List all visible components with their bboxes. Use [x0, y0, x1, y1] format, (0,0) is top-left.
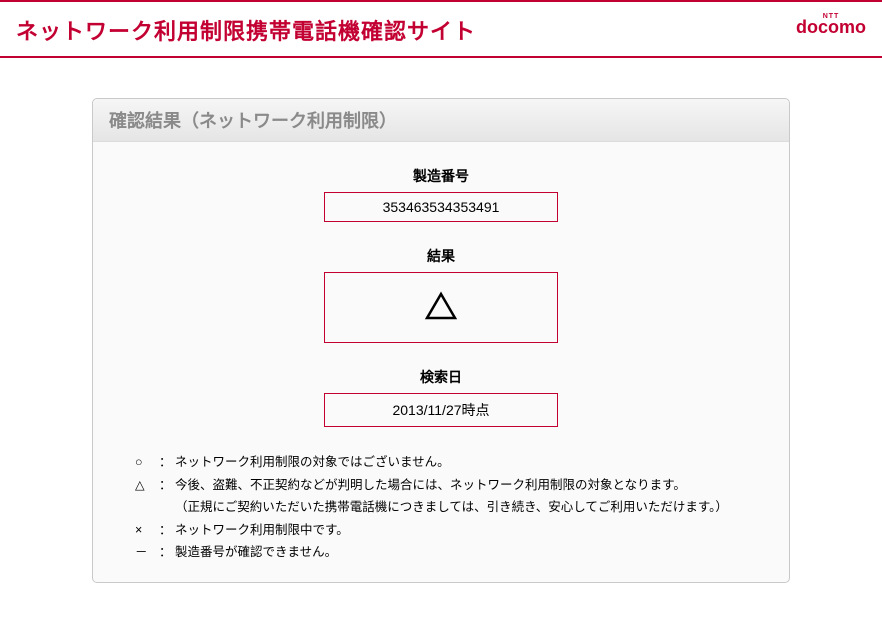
legend-symbol: ○: [135, 451, 159, 474]
date-block: 検索日 2013/11/27時点: [129, 367, 753, 427]
result-panel: 確認結果（ネットワーク利用制限） 製造番号 353463534353491 結果: [92, 98, 790, 583]
legend-symbol: △: [135, 474, 159, 497]
date-value: 2013/11/27時点: [324, 393, 558, 427]
docomo-logo: NTT docomo: [796, 13, 866, 36]
legend-sep: ：: [159, 541, 175, 564]
legend-row: × ： ネットワーク利用制限中です。: [135, 519, 753, 542]
legend-text: ネットワーク利用制限中です。: [175, 519, 349, 542]
result-label: 結果: [129, 246, 753, 266]
legend-sep: ：: [159, 474, 175, 497]
legend-sep: ：: [159, 519, 175, 542]
result-block: 結果: [129, 246, 753, 343]
serial-value: 353463534353491: [324, 192, 558, 222]
legend: ○ ： ネットワーク利用制限の対象ではございません。 △ ： 今後、盗難、不正契…: [129, 451, 753, 564]
panel-header-text: 確認結果（ネットワーク利用制限）: [109, 111, 397, 131]
result-value: [324, 272, 558, 343]
legend-row: ○ ： ネットワーク利用制限の対象ではございません。: [135, 451, 753, 474]
serial-block: 製造番号 353463534353491: [129, 166, 753, 222]
triangle-icon: [424, 291, 458, 321]
panel-header: 確認結果（ネットワーク利用制限）: [93, 99, 789, 142]
logo-main-text: docomo: [796, 17, 866, 37]
legend-sep: ：: [159, 451, 175, 474]
legend-text: ネットワーク利用制限の対象ではございません。: [175, 451, 450, 474]
site-title: ネットワーク利用制限携帯電話機確認サイト: [16, 14, 476, 46]
panel-body: 製造番号 353463534353491 結果 検索日 2013/11/27時点: [93, 142, 789, 582]
serial-label: 製造番号: [129, 166, 753, 186]
legend-symbol: ×: [135, 519, 159, 542]
legend-text: 製造番号が確認できません。: [175, 541, 337, 564]
date-label: 検索日: [129, 367, 753, 387]
page-header: ネットワーク利用制限携帯電話機確認サイト NTT docomo: [0, 2, 882, 56]
content-area: 確認結果（ネットワーク利用制限） 製造番号 353463534353491 結果: [0, 58, 882, 623]
legend-text: 今後、盗難、不正契約などが判明した場合には、ネットワーク利用制限の対象となります…: [175, 474, 686, 497]
legend-subtext: （正規にご契約いただいた携帯電話機につきましては、引き続き、安心してご利用いただ…: [135, 496, 753, 519]
legend-row: － ： 製造番号が確認できません。: [135, 541, 753, 564]
legend-symbol: －: [135, 541, 159, 564]
legend-row: △ ： 今後、盗難、不正契約などが判明した場合には、ネットワーク利用制限の対象と…: [135, 474, 753, 497]
